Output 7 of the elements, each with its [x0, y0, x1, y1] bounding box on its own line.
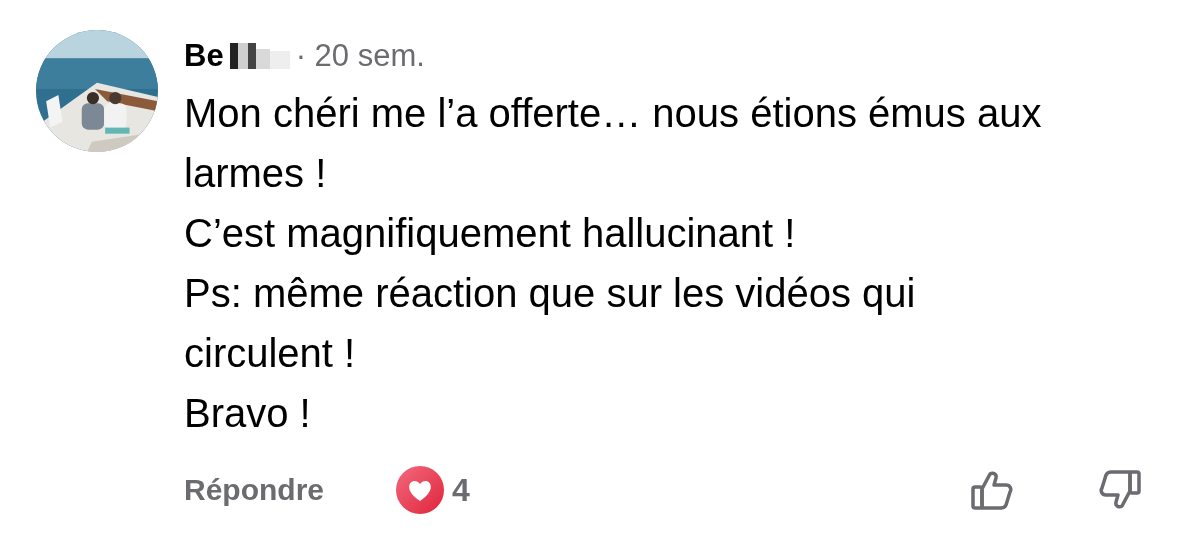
timestamp: · 20 sem. [295, 38, 425, 74]
author-name[interactable]: Be [184, 38, 224, 74]
reaction-count: 4 [452, 471, 470, 509]
heart-reaction-icon [396, 466, 444, 514]
reply-link[interactable]: Répondre [184, 473, 324, 507]
comment-text: Mon chéri me l’a offerte… nous étions émus aux larmes ! C’est magnifiquement hallucinant ! Ps: même réaction que sur les vidéos qui circulent ! Bravo ! [184, 90, 1043, 437]
blurred-redaction [229, 43, 290, 69]
